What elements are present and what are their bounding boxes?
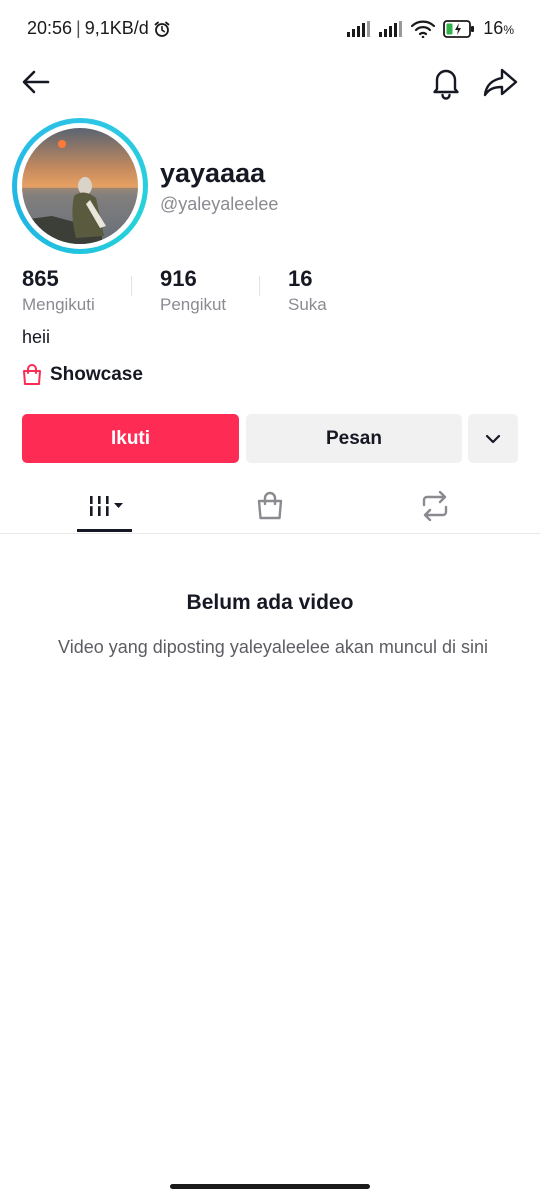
chevron-down-icon [485,434,501,443]
avatar [22,128,138,244]
signal-icon [347,20,371,37]
signal-icon [379,20,403,37]
display-name: yayaaaa [160,158,266,188]
follow-button[interactable]: Ikuti [22,414,239,463]
status-bar: 20:56 | 9,1KB/d 16% [0,0,540,58]
tab-videos[interactable] [76,478,132,533]
showcase-link[interactable]: Showcase [22,364,143,386]
stat-label: Suka [288,295,327,314]
bell-icon [433,69,459,100]
status-right: 16% [347,18,514,39]
share-button[interactable] [482,64,520,100]
bio: heii [22,327,51,347]
stat-likes[interactable]: 16 Suka [288,266,327,315]
battery-icon [443,19,475,38]
username: @yaleyaleelee [160,194,279,214]
back-button[interactable] [18,64,54,100]
avatar-border [17,123,143,249]
suggested-accounts-button[interactable] [468,414,518,463]
grid-icon [90,495,123,516]
repost-icon [422,490,448,521]
shopping-bag-icon [23,364,41,385]
avatar-ring[interactable] [12,118,148,254]
stat-value: 916 [160,266,197,291]
stat-value: 865 [22,266,59,291]
tab-repost[interactable] [414,478,456,533]
empty-state-title: Belum ada video [186,591,354,614]
tab-shop[interactable] [250,478,290,533]
share-icon [483,68,518,97]
network-speed: 9,1KB/d [84,18,149,38]
stat-followers[interactable]: 916 Pengikut [160,266,226,315]
stat-divider [131,276,132,296]
alarm-icon [153,20,171,38]
stat-value: 16 [288,266,313,291]
status-separator: | [76,18,81,38]
profile-tabs [0,478,540,534]
stat-divider [259,276,260,296]
notification-button[interactable] [428,64,464,100]
stat-following[interactable]: 865 Mengikuti [22,266,95,315]
showcase-label: Showcase [50,364,143,385]
status-time: 20:56 [27,18,73,38]
tab-selected-indicator [77,529,132,532]
arrow-left-icon [22,70,50,94]
empty-state-description: Video yang diposting yaleyaleelee akan m… [58,637,488,657]
stat-label: Pengikut [160,295,227,314]
status-left: 20:56 | 9,1KB/d [27,18,171,39]
home-indicator[interactable] [170,1184,370,1189]
shopping-bag-icon [257,491,283,519]
stat-label: Mengikuti [22,295,95,314]
battery-level: 16% [483,18,514,38]
wifi-icon [411,20,436,38]
message-button[interactable]: Pesan [246,414,462,463]
